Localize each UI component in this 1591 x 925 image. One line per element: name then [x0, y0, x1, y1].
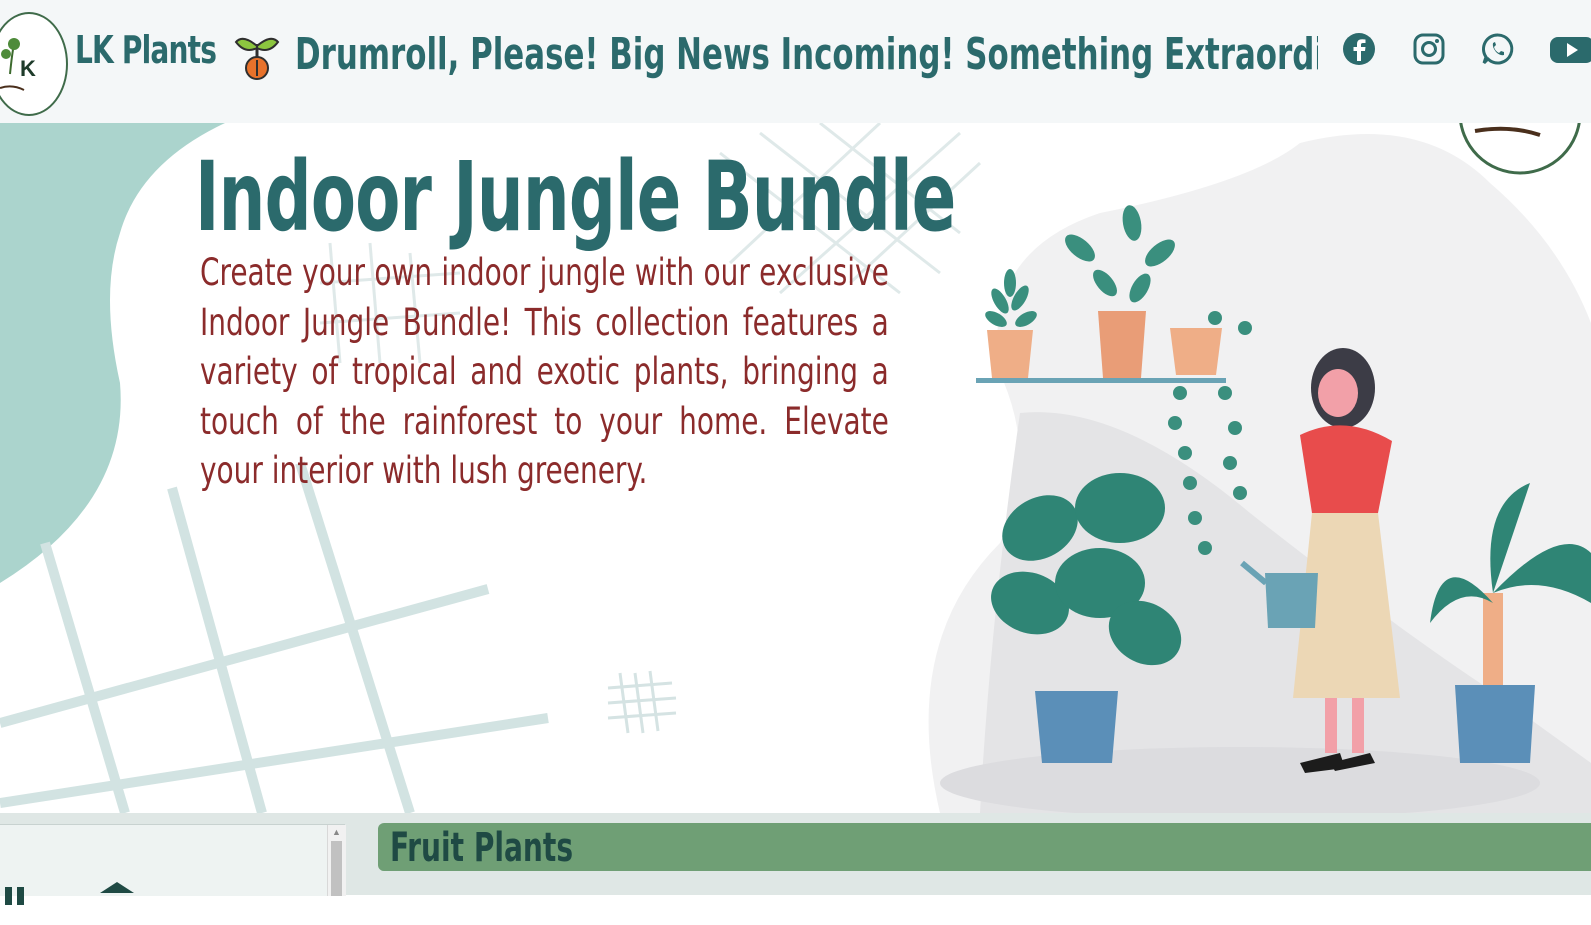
brand-name[interactable]: LK Plants	[75, 28, 217, 72]
scroll-up-icon[interactable]: ▲	[332, 827, 341, 837]
category-title: Fruit Plants	[390, 825, 574, 871]
site-header: K LK Plants Drumroll, Please! Big News I…	[0, 0, 1591, 123]
sidebar-partial-glyphs	[5, 882, 134, 905]
logo-letter: K	[20, 56, 36, 81]
instagram-icon[interactable]	[1410, 30, 1448, 68]
announcement-marquee: Drumroll, Please! Big News Incoming! Som…	[295, 22, 1318, 92]
hero-title: Indoor Jungle Bundle	[195, 141, 956, 253]
announcement-text: Drumroll, Please! Big News Incoming! Som…	[295, 29, 1318, 80]
facebook-icon[interactable]	[1340, 30, 1378, 68]
logo[interactable]: K	[0, 12, 68, 116]
content-area: ▲ Fruit Plants	[0, 813, 1591, 905]
hero-description: Create your own indoor jungle with our e…	[200, 251, 889, 492]
category-header: Fruit Plants	[378, 823, 1591, 871]
scroll-thumb[interactable]	[331, 841, 342, 896]
hero-banner: Indoor Jungle Bundle Create your own ind…	[0, 123, 1591, 813]
sprout-icon	[234, 37, 280, 80]
sidebar-panel: ▲	[0, 824, 346, 905]
whatsapp-icon[interactable]	[1479, 30, 1517, 68]
sidebar-scrollbar[interactable]: ▲	[327, 825, 346, 896]
youtube-icon[interactable]	[1549, 30, 1591, 68]
